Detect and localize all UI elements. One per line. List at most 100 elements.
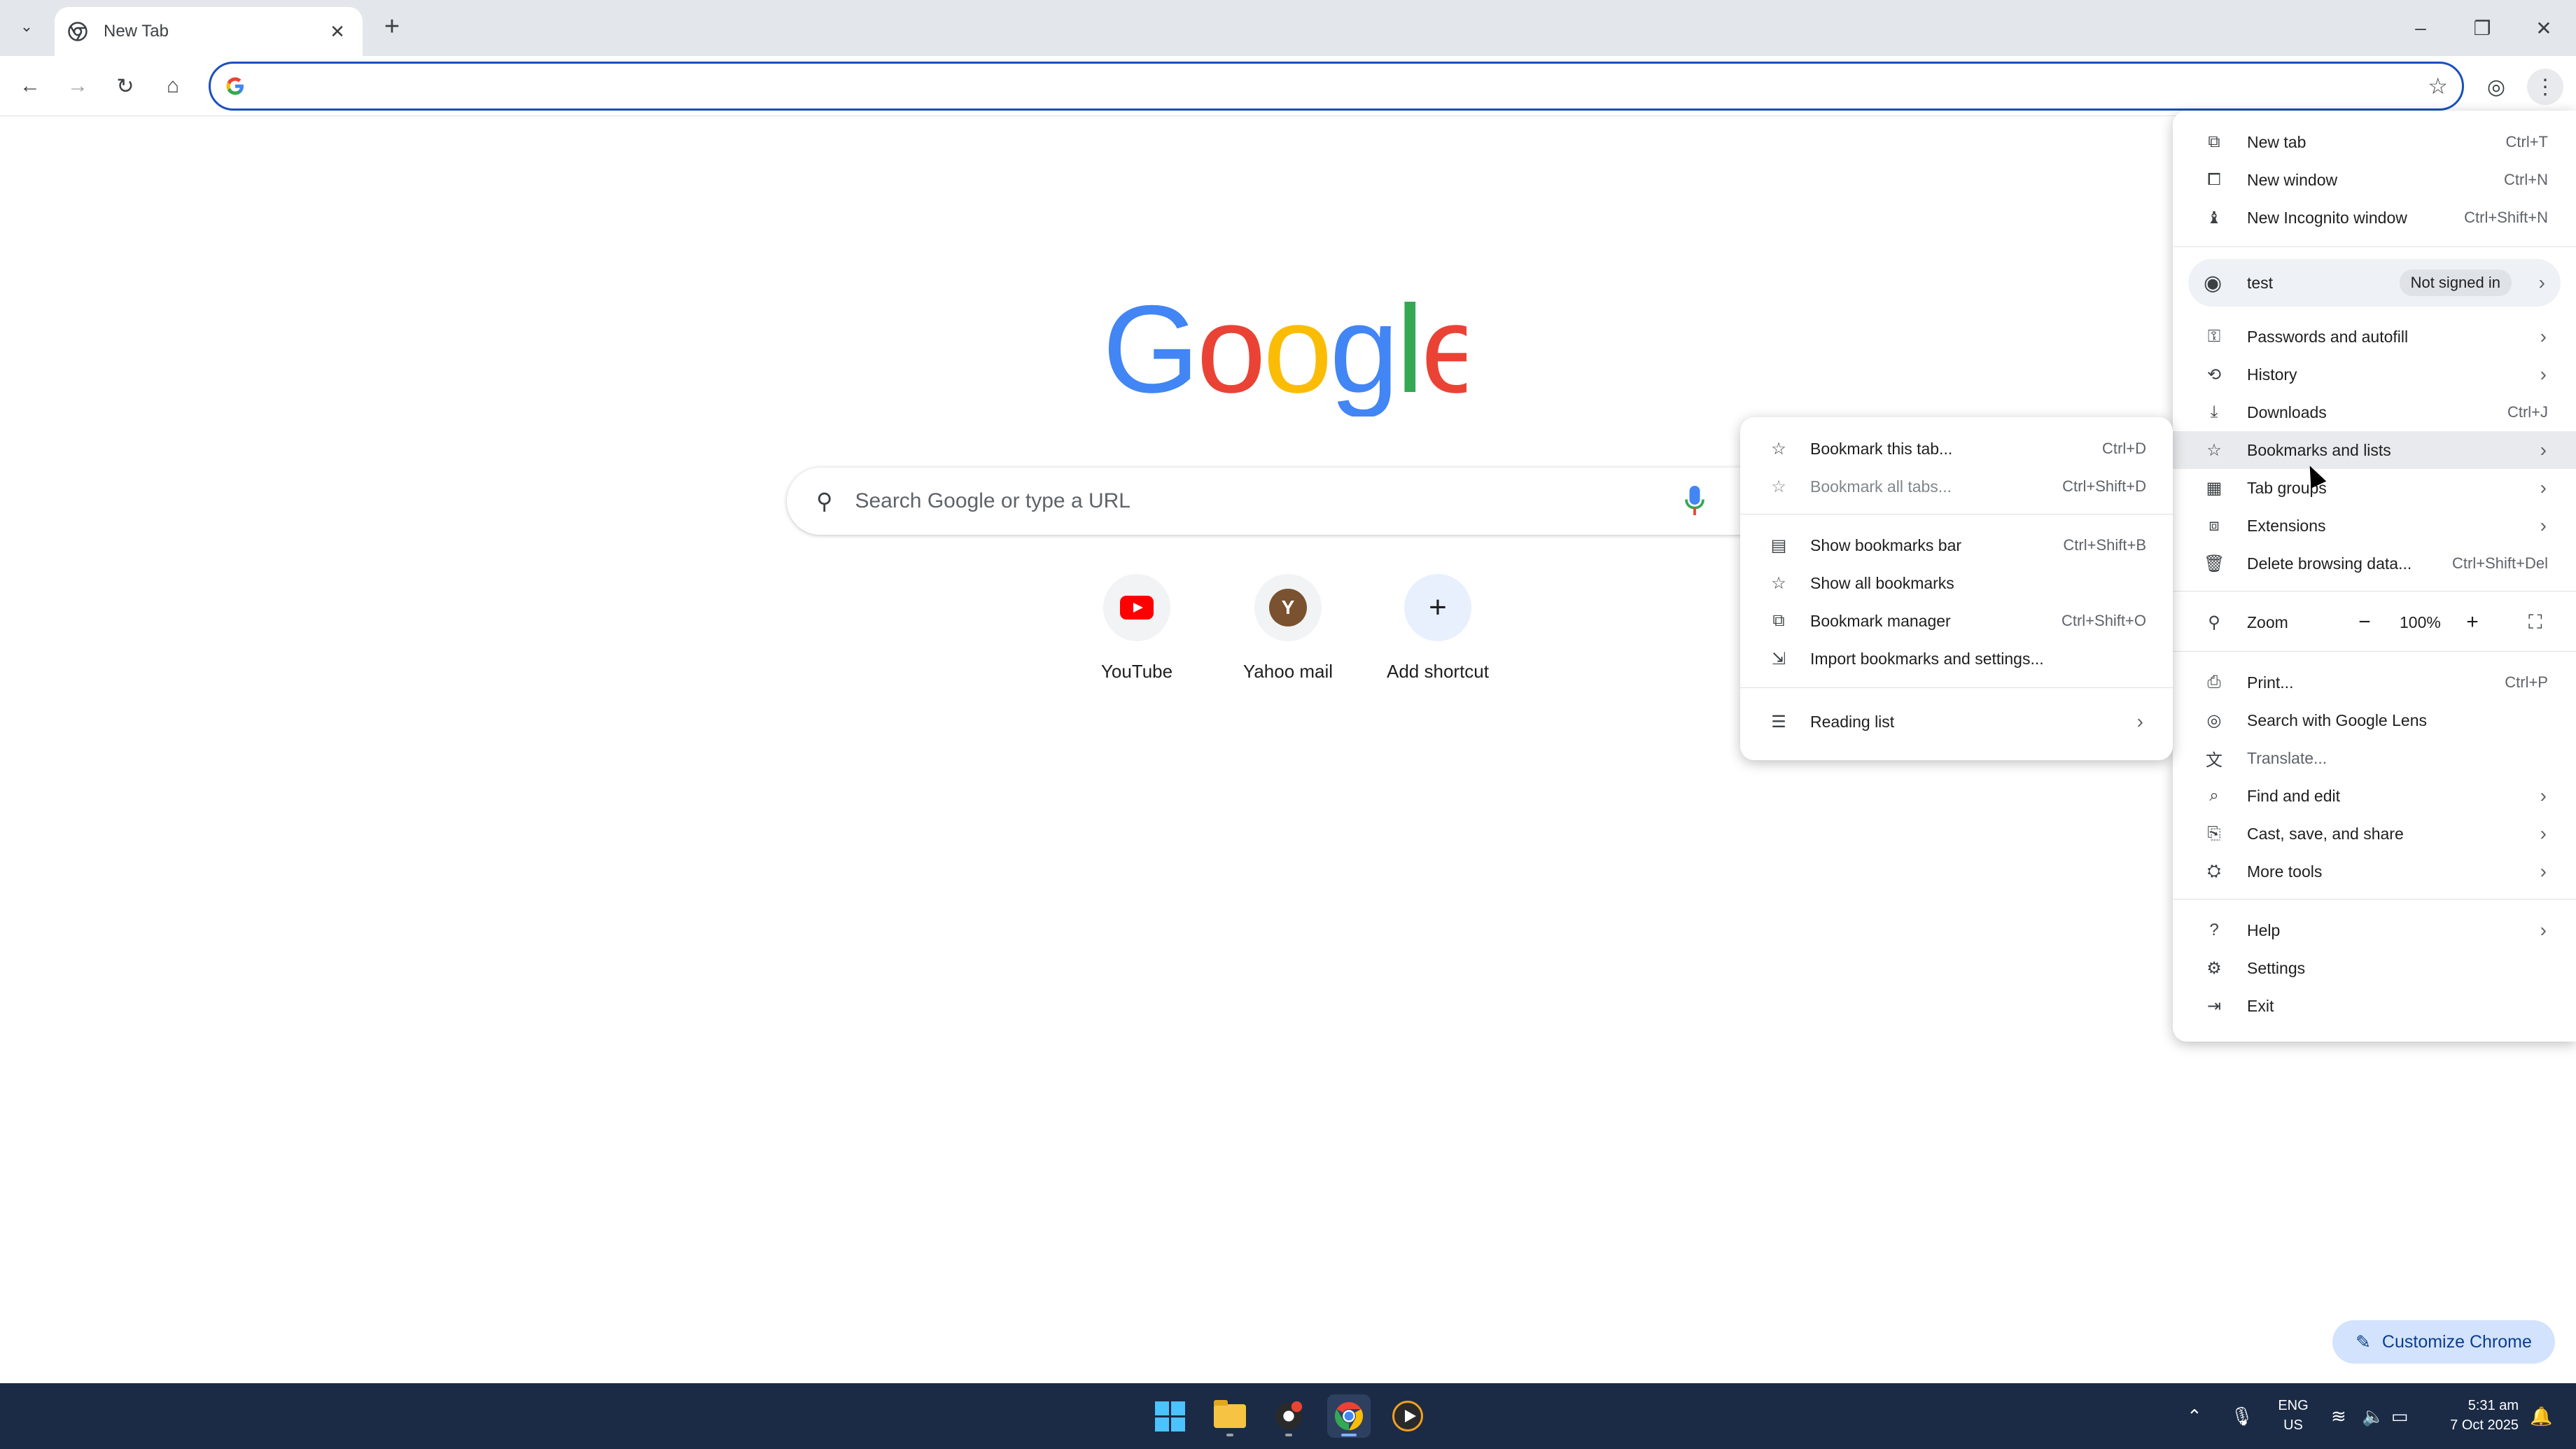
- battery-icon[interactable]: ▭: [2391, 1383, 2409, 1449]
- address-bar[interactable]: ☆: [209, 62, 2464, 111]
- chevron-right-icon: ›: [2540, 514, 2547, 536]
- address-input[interactable]: [261, 75, 2428, 97]
- menu-item-cast[interactable]: ⎘ Cast, save, and share ›: [2173, 815, 2576, 853]
- chrome-main-menu: ⧉ New tab Ctrl+T ⧠ New window Ctrl+N ♝ N…: [2173, 111, 2576, 1042]
- taskbar-media-player[interactable]: [1386, 1394, 1429, 1438]
- region-code: US: [2283, 1418, 2303, 1433]
- submenu-item-show-bar[interactable]: ▤ Show bookmarks bar Ctrl+Shift+B: [1740, 526, 2173, 564]
- menu-item-more-tools[interactable]: ⛭ More tools ›: [2173, 853, 2576, 890]
- menu-item-bookmarks[interactable]: ☆ Bookmarks and lists ›: [2173, 431, 2576, 469]
- minimize-icon[interactable]: –: [2400, 10, 2442, 46]
- notifications-icon[interactable]: 🔔: [2530, 1383, 2552, 1449]
- volume-icon[interactable]: 🔈: [2362, 1383, 2384, 1449]
- profile-icon[interactable]: ◎: [2478, 69, 2514, 105]
- submenu-item-label: Show bookmarks bar: [1810, 536, 1962, 554]
- submenu-item-manager[interactable]: ⧉ Bookmark manager Ctrl+Shift+O: [1740, 602, 2173, 640]
- taskbar-chrome[interactable]: [1327, 1394, 1371, 1438]
- menu-item-new-window[interactable]: ⧠ New window Ctrl+N: [2173, 161, 2576, 199]
- language-indicator[interactable]: ENG US: [2272, 1396, 2314, 1435]
- taskbar-file-explorer[interactable]: [1208, 1394, 1252, 1438]
- taskbar-chrome-profile[interactable]: [1267, 1394, 1310, 1438]
- tab-search-chevron-icon[interactable]: ⌄: [13, 13, 41, 41]
- toolbar: ← → ↻ ⌂ ☆ ◎ ⋮: [0, 56, 2576, 116]
- star-icon: ☆: [1771, 439, 1786, 458]
- menu-item-passwords[interactable]: ⚿ Passwords and autofill ›: [2173, 318, 2576, 356]
- submenu-item-label: Bookmark manager: [1810, 611, 1951, 630]
- menu-separator: [2173, 651, 2576, 652]
- find-icon: ⌕: [2209, 786, 2219, 805]
- zoom-in-button[interactable]: +: [2456, 606, 2489, 639]
- title-bar: ⌄ New Tab ✕ + – ❐ ✕: [0, 0, 2576, 56]
- back-arrow-icon[interactable]: ←: [13, 69, 48, 104]
- profile-name: test: [2247, 273, 2274, 292]
- shortcut-youtube[interactable]: YouTube: [1067, 574, 1207, 682]
- chevron-right-icon: ›: [2540, 860, 2547, 882]
- chevron-right-icon: ›: [2540, 477, 2547, 498]
- reload-icon[interactable]: ↻: [108, 69, 143, 104]
- star-icon: ☆: [2206, 440, 2222, 460]
- menu-item-label: New Incognito window: [2247, 208, 2407, 227]
- menu-item-downloads[interactable]: ⤓ Downloads Ctrl+J: [2173, 393, 2576, 431]
- zoom-out-button[interactable]: −: [2348, 606, 2381, 639]
- menu-item-google-lens[interactable]: ◎ Search with Google Lens: [2173, 701, 2576, 739]
- shortcut-tile: Y: [1254, 574, 1322, 641]
- kebab-menu-icon[interactable]: ⋮: [2527, 69, 2563, 105]
- ntp-search-box[interactable]: ⚲ Search Google or type a URL: [787, 468, 1837, 535]
- menu-item-help[interactable]: ? Help ›: [2173, 911, 2576, 949]
- menu-item-new-tab[interactable]: ⧉ New tab Ctrl+T: [2173, 123, 2576, 161]
- close-window-icon[interactable]: ✕: [2523, 10, 2565, 46]
- show-hidden-icons-chevron-icon[interactable]: ⌃: [2187, 1383, 2202, 1449]
- menu-item-translate[interactable]: 文 Translate...: [2173, 739, 2576, 777]
- menu-item-label: New tab: [2247, 132, 2306, 151]
- search-icon: ⚲: [816, 489, 833, 514]
- chevron-right-icon: ›: [2540, 822, 2547, 844]
- submenu-item-label: Reading list: [1810, 712, 1895, 731]
- home-icon[interactable]: ⌂: [155, 69, 190, 104]
- tab-new-tab[interactable]: New Tab ✕: [55, 7, 363, 56]
- new-tab-button[interactable]: +: [377, 11, 407, 42]
- submenu-item-show-all[interactable]: ☆ Show all bookmarks: [1740, 564, 2173, 602]
- menu-item-settings[interactable]: ⚙ Settings: [2173, 949, 2576, 987]
- chrome-icon: [1334, 1401, 1364, 1431]
- menu-item-profile[interactable]: ◉ test Not signed in ›: [2188, 259, 2561, 307]
- microphone-icon[interactable]: [1684, 483, 1705, 518]
- menu-item-label: Find and edit: [2247, 786, 2340, 805]
- chevron-right-icon: ›: [2540, 363, 2547, 385]
- tab-title: New Tab: [104, 22, 169, 41]
- clock-time: 5:31 am: [2468, 1398, 2519, 1413]
- menu-item-extensions[interactable]: ⧈ Extensions ›: [2173, 507, 2576, 545]
- customize-chrome-button[interactable]: ✎ Customize Chrome: [2332, 1320, 2555, 1364]
- menu-item-history[interactable]: ⟲ History ›: [2173, 356, 2576, 393]
- submenu-item-bookmark-tab[interactable]: ☆ Bookmark this tab... Ctrl+D: [1740, 430, 2173, 468]
- fullscreen-icon[interactable]: ⛶: [2528, 611, 2542, 634]
- menu-item-print[interactable]: ⎙ Print... Ctrl+P: [2173, 664, 2576, 701]
- menu-item-exit[interactable]: ⇥ Exit: [2173, 987, 2576, 1025]
- menu-item-delete-data[interactable]: 🗑 Delete browsing data... Ctrl+Shift+Del: [2173, 545, 2576, 582]
- chevron-right-icon: ›: [2540, 439, 2547, 461]
- submenu-item-label: Import bookmarks and settings...: [1810, 649, 2044, 668]
- submenu-item-import[interactable]: ⇲ Import bookmarks and settings...: [1740, 640, 2173, 678]
- submenu-item-bookmark-all[interactable]: ☆ Bookmark all tabs... Ctrl+Shift+D: [1740, 468, 2173, 505]
- menu-item-zoom: ⚲ Zoom − 100% + ⛶: [2173, 603, 2576, 641]
- restore-icon[interactable]: ❐: [2461, 10, 2503, 46]
- wifi-icon[interactable]: ≋: [2331, 1383, 2346, 1449]
- chevron-right-icon: ›: [2136, 710, 2143, 732]
- chevron-right-icon: ›: [2540, 785, 2547, 806]
- forward-arrow-icon[interactable]: →: [60, 69, 95, 104]
- system-clock[interactable]: 5:31 am 7 Oct 2025: [2428, 1396, 2519, 1435]
- running-indicator: [1226, 1434, 1233, 1436]
- submenu-item-reading-list[interactable]: ☰ Reading list ›: [1740, 703, 2173, 741]
- menu-item-find-edit[interactable]: ⌕ Find and edit ›: [2173, 777, 2576, 815]
- menu-item-shortcut: Ctrl+Shift+N: [2464, 209, 2548, 226]
- tab-close-icon[interactable]: ✕: [325, 21, 350, 43]
- shortcut-add[interactable]: + Add shortcut: [1368, 574, 1508, 682]
- menu-item-tab-groups[interactable]: ▦ Tab groups ›: [2173, 469, 2576, 507]
- start-button[interactable]: [1148, 1394, 1191, 1438]
- submenu-separator: [1740, 687, 2173, 688]
- svg-text:Google: Google: [1102, 287, 1466, 416]
- bookmark-star-icon[interactable]: ☆: [2428, 73, 2448, 99]
- shortcut-yahoo-mail[interactable]: Y Yahoo mail: [1218, 574, 1358, 682]
- toolbox-icon: ⛭: [2207, 862, 2221, 881]
- menu-item-new-incognito[interactable]: ♝ New Incognito window Ctrl+Shift+N: [2173, 199, 2576, 237]
- microphone-tray-icon[interactable]: 🎙: [2230, 1383, 2253, 1449]
